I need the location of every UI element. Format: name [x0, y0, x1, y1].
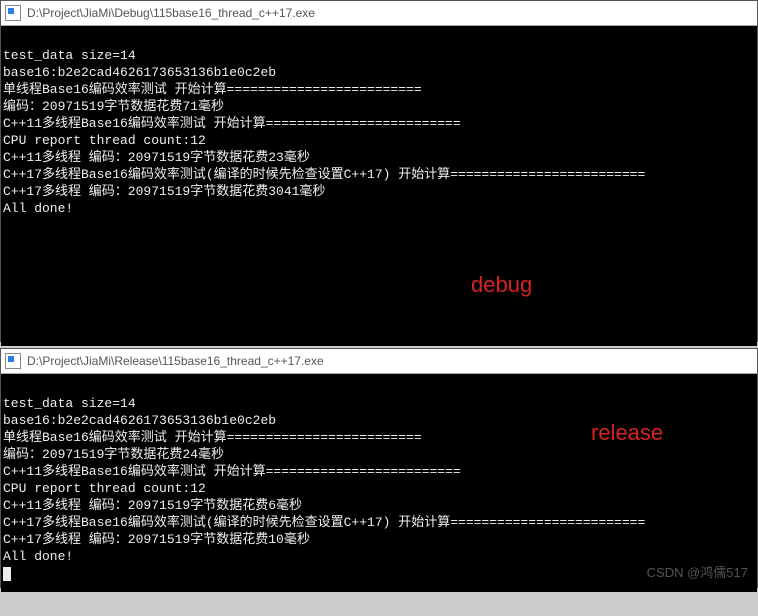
titlebar-release[interactable]: D:\Project\JiaMi\Release\115base16_threa…	[1, 349, 757, 374]
console-window-debug: D:\Project\JiaMi\Debug\115base16_thread_…	[0, 0, 758, 342]
app-icon	[5, 353, 21, 369]
watermark: CSDN @鸿儒517	[647, 562, 748, 581]
overlay-label-debug: debug	[471, 276, 532, 293]
overlay-label-release: release	[591, 424, 663, 441]
console-output-release[interactable]: test_data size=14 base16:b2e2cad46261736…	[1, 374, 757, 592]
console-line: 单线程Base16编码效率测试 开始计算====================…	[3, 430, 422, 445]
console-line: C++17多线程 编码：20971519字节数据花费3041毫秒	[3, 184, 325, 199]
console-line: base16:b2e2cad4626173653136b1e0c2eb	[3, 413, 276, 428]
console-line: test_data size=14	[3, 48, 136, 63]
cursor-icon	[3, 567, 11, 581]
app-icon	[5, 5, 21, 21]
console-line: test_data size=14	[3, 396, 136, 411]
console-line: C++11多线程Base16编码效率测试 开始计算===============…	[3, 464, 461, 479]
console-line: C++17多线程Base16编码效率测试(编译的时候先检查设置C++17) 开始…	[3, 167, 645, 182]
window-title: D:\Project\JiaMi\Debug\115base16_thread_…	[27, 1, 315, 25]
console-line: 编码：20971519字节数据花费71毫秒	[3, 99, 224, 114]
console-line: CPU report thread count:12	[3, 481, 206, 496]
console-line: All done!	[3, 549, 73, 564]
console-line: C++17多线程 编码：20971519字节数据花费10毫秒	[3, 532, 310, 547]
console-line: base16:b2e2cad4626173653136b1e0c2eb	[3, 65, 276, 80]
console-line: C++11多线程Base16编码效率测试 开始计算===============…	[3, 116, 461, 131]
console-window-release: D:\Project\JiaMi\Release\115base16_threa…	[0, 348, 758, 588]
console-line: All done!	[3, 201, 73, 216]
console-line: CPU report thread count:12	[3, 133, 206, 148]
console-line: 编码：20971519字节数据花费24毫秒	[3, 447, 224, 462]
console-line: 单线程Base16编码效率测试 开始计算====================…	[3, 82, 422, 97]
titlebar-debug[interactable]: D:\Project\JiaMi\Debug\115base16_thread_…	[1, 1, 757, 26]
console-line: C++17多线程Base16编码效率测试(编译的时候先检查设置C++17) 开始…	[3, 515, 645, 530]
console-line: C++11多线程 编码：20971519字节数据花费6毫秒	[3, 498, 302, 513]
console-line: C++11多线程 编码：20971519字节数据花费23毫秒	[3, 150, 310, 165]
window-title: D:\Project\JiaMi\Release\115base16_threa…	[27, 349, 324, 373]
console-output-debug[interactable]: test_data size=14 base16:b2e2cad46261736…	[1, 26, 757, 346]
